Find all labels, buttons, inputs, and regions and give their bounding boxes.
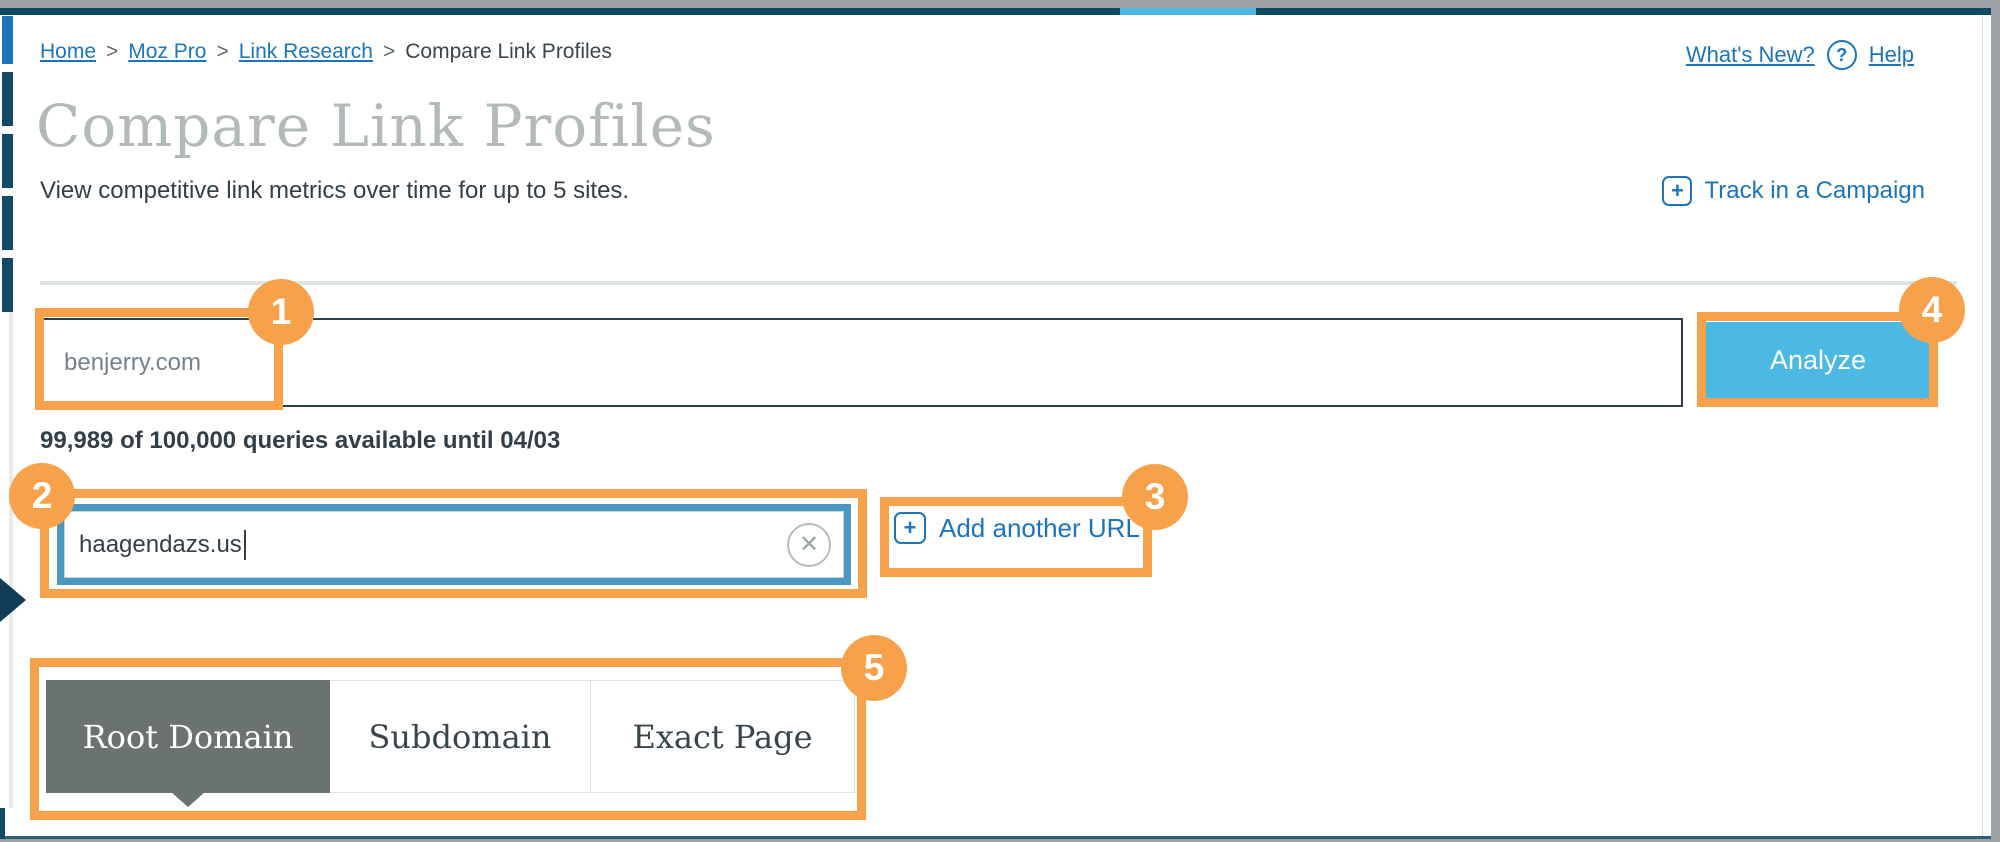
track-in-campaign-button[interactable]: + Track in a Campaign (1662, 176, 1925, 206)
breadcrumb-current-page: Compare Link Profiles (405, 40, 612, 64)
tab-root-domain-label: Root Domain (83, 718, 294, 756)
annotation-number-1: 1 (248, 279, 314, 345)
app-top-bar (0, 8, 2000, 15)
collapsed-panel-arrow-icon[interactable] (0, 578, 26, 622)
url-input-1-value: benjerry.com (64, 349, 201, 377)
annotation-number-2: 2 (9, 463, 75, 529)
sidenav-sliver-item (2, 196, 13, 250)
page-title: Compare Link Profiles (36, 92, 716, 160)
whats-new-link[interactable]: What's New? (1686, 42, 1815, 68)
app-top-bar-highlight (1120, 8, 1256, 15)
header-links: What's New? ? Help (1686, 40, 1914, 70)
content-right-edge (1982, 15, 1983, 836)
breadcrumb-link-research[interactable]: Link Research (239, 40, 373, 64)
compare-link-profiles-page: Home > Moz Pro > Link Research > Compare… (0, 0, 2000, 842)
annotation-number-3: 3 (1122, 464, 1188, 530)
clear-input-icon[interactable]: ✕ (787, 523, 831, 567)
scope-tab-strip: Root Domain Subdomain Exact Page (46, 680, 855, 793)
sidenav-sliver-active (2, 16, 13, 64)
tab-exact-page[interactable]: Exact Page (590, 680, 855, 793)
add-another-url-button[interactable]: + Add another URL (894, 512, 1140, 544)
subtitle-row: View competitive link metrics over time … (40, 176, 1925, 206)
header-divider (40, 281, 1957, 285)
breadcrumb-separator: > (383, 40, 395, 64)
sidenav-edge-line (9, 312, 13, 808)
track-in-campaign-label: Track in a Campaign (1704, 177, 1925, 205)
plus-icon: + (894, 512, 926, 544)
window-top-border (0, 0, 2000, 8)
sidenav-sliver-item (2, 258, 13, 312)
url-input-2-text: haagendazs.us (79, 531, 242, 559)
window-right-border (1991, 0, 2000, 842)
help-link[interactable]: Help (1869, 42, 1914, 68)
plus-icon: + (1662, 176, 1692, 206)
text-cursor (244, 530, 246, 560)
sidenav-sliver-item (2, 134, 13, 188)
sidenav-sliver-bottom (0, 808, 5, 839)
tab-root-domain[interactable]: Root Domain (46, 680, 330, 793)
queries-available-note: 99,989 of 100,000 queries available unti… (40, 427, 560, 455)
page-subtitle: View competitive link metrics over time … (40, 177, 629, 205)
analyze-button[interactable]: Analyze (1706, 322, 1930, 398)
sidenav-sliver-item (2, 72, 13, 126)
annotation-number-5: 5 (841, 635, 907, 701)
add-another-url-label: Add another URL (939, 513, 1140, 544)
breadcrumb-home[interactable]: Home (40, 40, 96, 64)
annotation-number-4: 4 (1899, 277, 1965, 343)
tab-subdomain[interactable]: Subdomain (330, 680, 590, 793)
breadcrumb: Home > Moz Pro > Link Research > Compare… (40, 40, 612, 64)
breadcrumb-separator: > (106, 40, 118, 64)
breadcrumb-separator: > (216, 40, 228, 64)
url-input-2-value: haagendazs.us (79, 530, 787, 560)
breadcrumb-moz-pro[interactable]: Moz Pro (128, 40, 206, 64)
help-icon[interactable]: ? (1827, 40, 1857, 70)
selected-tab-pointer (171, 792, 205, 807)
url-input-2-inner: haagendazs.us ✕ (64, 511, 844, 578)
url-input-2[interactable]: haagendazs.us ✕ (57, 504, 851, 585)
